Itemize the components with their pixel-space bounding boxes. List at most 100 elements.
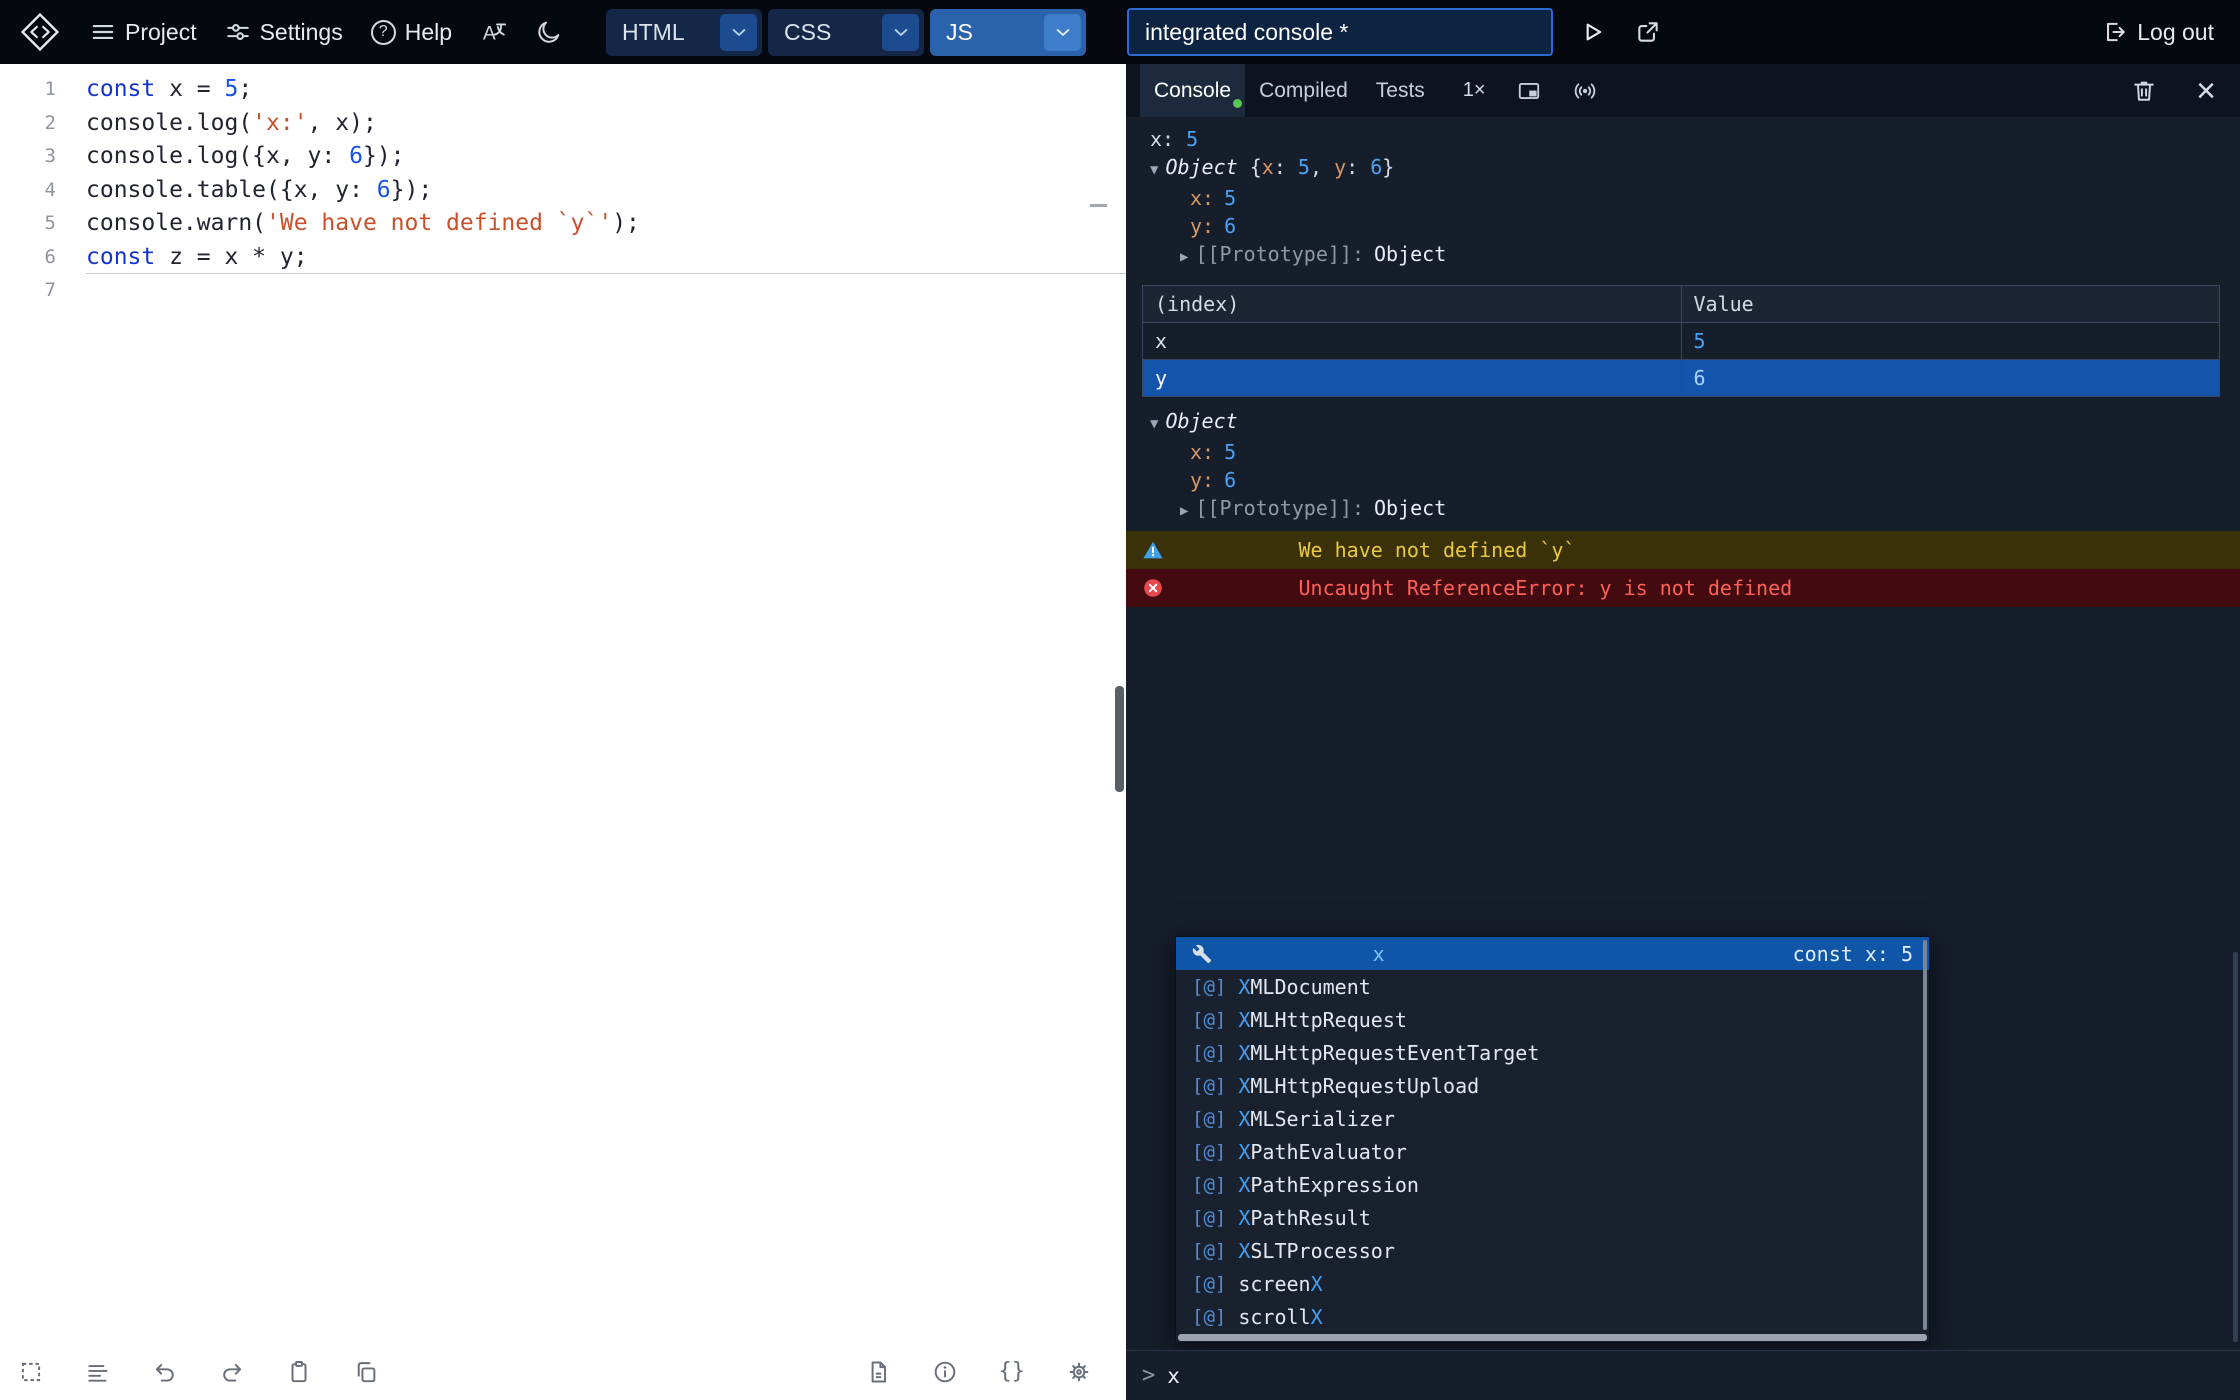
paste-button[interactable] — [286, 1359, 312, 1385]
scrollbar-mark — [1090, 204, 1107, 207]
prompt-chevron-icon: > — [1142, 1363, 1155, 1388]
autocomplete-detail: const x: 5 — [1793, 942, 1913, 966]
warning-text: We have not defined `y` — [1299, 538, 1576, 562]
code-line[interactable] — [86, 274, 1126, 308]
autocomplete-list: [@]XMLDocument[@]XMLHttpRequest[@]XMLHtt… — [1176, 970, 1929, 1333]
autocomplete-item[interactable]: [@]XMLHttpRequestEventTarget — [1176, 1036, 1929, 1069]
property-type-icon: [@] — [1192, 1306, 1226, 1328]
autocomplete-item[interactable]: [@]XMLSerializer — [1176, 1102, 1929, 1135]
object-preview: {x: 5, y: 6} — [1238, 155, 1395, 179]
autocomplete-item[interactable]: [@]XSLTProcessor — [1176, 1234, 1929, 1267]
logout-button[interactable]: Log out — [2101, 19, 2214, 46]
tab-compiled-label: Compiled — [1259, 79, 1348, 103]
share-button[interactable] — [1635, 19, 1661, 45]
console-input-row[interactable]: > x — [1126, 1350, 2240, 1400]
property-type-icon: [@] — [1192, 1075, 1226, 1097]
code-line[interactable]: const x = 5; — [86, 73, 1126, 107]
object-name: Object — [1165, 409, 1237, 433]
console-error[interactable]: Uncaught ReferenceError: y is not define… — [1126, 569, 2240, 607]
settings-gear-button[interactable] — [1066, 1359, 1092, 1385]
tab-compiled[interactable]: Compiled — [1245, 64, 1362, 117]
line-number: 1 — [0, 73, 72, 107]
js-editor-button[interactable]: JS — [930, 9, 1086, 56]
translate-icon[interactable]: A — [480, 18, 508, 46]
code-line[interactable]: console.warn('We have not defined `y`'); — [86, 207, 1126, 241]
status-dot — [1233, 99, 1242, 108]
editor-scrollbar[interactable] — [1115, 686, 1124, 792]
css-editor-button[interactable]: CSS — [768, 9, 924, 56]
chevron-down-icon[interactable] — [720, 14, 757, 51]
sliders-icon — [225, 19, 251, 45]
code-line[interactable]: console.log({x, y: 6}); — [86, 140, 1126, 174]
table-row[interactable]: x5 — [1143, 323, 2220, 360]
topbar: Project Settings ? Help A — [0, 0, 2240, 64]
console-warning[interactable]: We have not defined `y` — [1126, 531, 2240, 569]
console-object-entry[interactable]: ▼ Object — [1126, 407, 2240, 438]
tab-console[interactable]: Console — [1140, 64, 1245, 117]
table-header[interactable]: Value — [1681, 286, 2220, 323]
autocomplete-item[interactable]: [@]XMLHttpRequestUpload — [1176, 1069, 1929, 1102]
autocomplete-item[interactable]: [@]XPathResult — [1176, 1201, 1929, 1234]
project-title-input[interactable] — [1127, 8, 1553, 56]
code-line[interactable]: console.table({x, y: 6}); — [86, 174, 1126, 208]
html-editor-label: HTML — [622, 19, 685, 46]
help-menu-label: Help — [405, 19, 452, 46]
autocomplete-item[interactable]: [@]XPathExpression — [1176, 1168, 1929, 1201]
chevron-down-icon[interactable] — [882, 14, 919, 51]
autocomplete-item[interactable]: [@]screenX — [1176, 1267, 1929, 1300]
close-console-button[interactable]: × — [2196, 76, 2216, 106]
object-prototype[interactable]: ▶[[Prototype]]:Object — [1126, 494, 2240, 525]
line-number: 3 — [0, 140, 72, 174]
format-code-button[interactable] — [85, 1359, 111, 1385]
object-prototype[interactable]: ▶[[Prototype]]:Object — [1126, 240, 2240, 271]
autocomplete-hscrollbar[interactable] — [1178, 1334, 1927, 1341]
html-editor-button[interactable]: HTML — [606, 9, 762, 56]
popout-icon[interactable] — [1516, 78, 1542, 104]
line-number: 2 — [0, 107, 72, 141]
console-scrollbar[interactable] — [2233, 952, 2238, 1342]
export-file-button[interactable] — [865, 1359, 891, 1385]
zoom-level[interactable]: 1× — [1463, 79, 1486, 102]
project-menu-button[interactable]: Project — [90, 19, 197, 46]
code-editor[interactable]: 1234567 const x = 5;console.log('x:', x)… — [0, 64, 1126, 1343]
caret-down-icon[interactable]: ▼ — [1150, 162, 1158, 178]
live-reload-icon[interactable] — [1572, 78, 1598, 104]
css-editor-label: CSS — [784, 19, 831, 46]
caret-right-icon[interactable]: ▶ — [1180, 249, 1188, 265]
help-icon: ? — [371, 20, 396, 45]
autocomplete-item[interactable]: [@]XMLDocument — [1176, 970, 1929, 1003]
console-object-entry[interactable]: ▼ Object {x: 5, y: 6} — [1126, 153, 2240, 184]
app-logo-icon[interactable] — [18, 10, 62, 54]
property-type-icon: [@] — [1192, 1273, 1226, 1295]
autocomplete-scrollbar[interactable] — [1923, 940, 1927, 1330]
select-region-button[interactable] — [18, 1359, 44, 1385]
autocomplete-item-selected[interactable]: x const x: 5 — [1176, 937, 1929, 970]
redo-button[interactable] — [219, 1359, 245, 1385]
autocomplete-item[interactable]: [@]XMLHttpRequest — [1176, 1003, 1929, 1036]
autocomplete-item[interactable]: [@]scrollX — [1176, 1300, 1929, 1333]
undo-button[interactable] — [152, 1359, 178, 1385]
tab-tests[interactable]: Tests — [1362, 64, 1439, 117]
table-header[interactable]: (index) — [1143, 286, 1682, 323]
tab-tests-label: Tests — [1376, 79, 1425, 103]
app-root: Project Settings ? Help A — [0, 0, 2240, 1400]
line-number: 5 — [0, 207, 72, 241]
run-button[interactable] — [1579, 19, 1605, 45]
copy-button[interactable] — [353, 1359, 379, 1385]
object-name: Object — [1165, 155, 1237, 179]
caret-down-icon[interactable]: ▼ — [1150, 416, 1158, 432]
table-row[interactable]: y6 — [1143, 360, 2220, 397]
code-line[interactable]: console.log('x:', x); — [86, 107, 1126, 141]
braces-button[interactable]: {} — [999, 1359, 1026, 1384]
code-content[interactable]: const x = 5;console.log('x:', x);console… — [72, 73, 1126, 1343]
editor-tabs: HTML CSS JS — [606, 9, 1086, 56]
settings-menu-button[interactable]: Settings — [225, 19, 343, 46]
line-number: 6 — [0, 241, 72, 275]
help-menu-button[interactable]: ? Help — [371, 19, 452, 46]
chevron-down-icon[interactable] — [1044, 14, 1081, 51]
code-line[interactable]: const z = x * y; — [86, 241, 1126, 275]
info-button[interactable] — [932, 1359, 958, 1385]
clear-console-button[interactable] — [2130, 77, 2158, 105]
autocomplete-item[interactable]: [@]XPathEvaluator — [1176, 1135, 1929, 1168]
dark-mode-icon[interactable] — [536, 19, 562, 45]
